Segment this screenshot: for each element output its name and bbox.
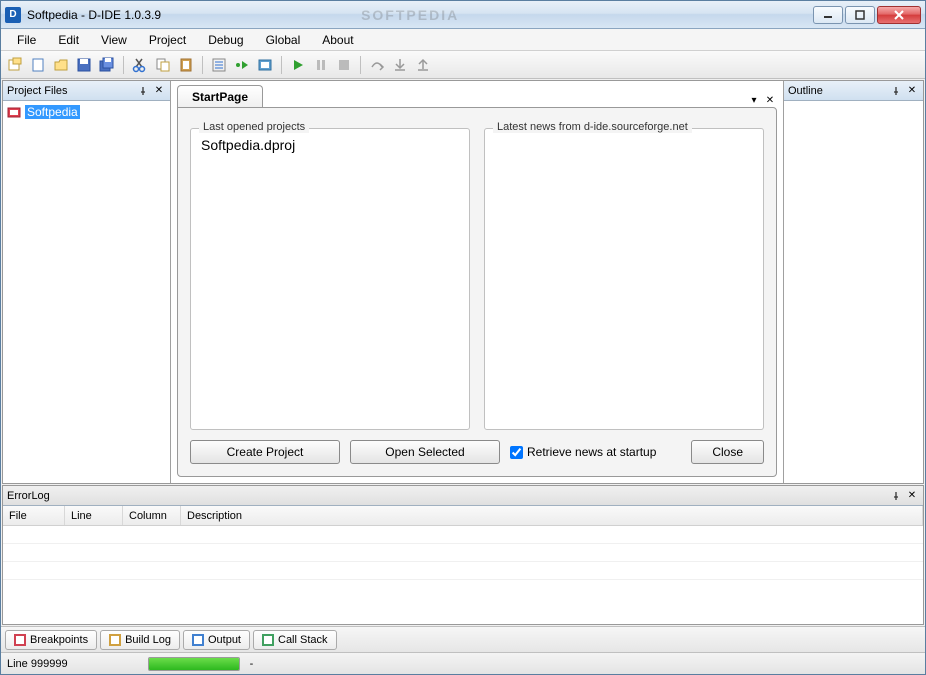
minimize-button[interactable] <box>813 6 843 24</box>
outline-content <box>784 101 923 483</box>
buildlog-icon <box>109 634 121 646</box>
run-to-icon[interactable] <box>232 55 252 75</box>
menubar: File Edit View Project Debug Global Abou… <box>1 29 925 51</box>
tab-startpage[interactable]: StartPage <box>177 85 263 107</box>
tab-menu-icon[interactable]: ▾ <box>747 93 761 107</box>
tab-output[interactable]: Output <box>183 630 250 650</box>
new-project-icon[interactable] <box>5 55 25 75</box>
project-tree[interactable]: Softpedia <box>3 101 170 123</box>
editor-area: StartPage ▾ ✕ Last opened projects Softp… <box>171 81 783 483</box>
tab-label: Call Stack <box>278 634 328 646</box>
menu-project[interactable]: Project <box>139 31 196 49</box>
bottom-tabs: Breakpoints Build Log Output Call Stack <box>1 626 925 652</box>
statusbar: Line 999999 - <box>1 652 925 674</box>
open-icon[interactable] <box>51 55 71 75</box>
startpage-content: Last opened projects Softpedia.dproj Lat… <box>177 107 777 477</box>
status-line: Line 999999 <box>7 658 68 670</box>
tab-label: Breakpoints <box>30 634 88 646</box>
project-node-icon <box>7 105 21 119</box>
list-item[interactable]: Softpedia.dproj <box>197 135 463 155</box>
project-files-panel: Project Files ✕ Softpedia <box>3 81 171 483</box>
tab-buildlog[interactable]: Build Log <box>100 630 180 650</box>
tab-label: Build Log <box>125 634 171 646</box>
cut-icon[interactable] <box>130 55 150 75</box>
col-column[interactable]: Column <box>123 506 181 525</box>
stop-icon[interactable] <box>334 55 354 75</box>
goto-line-icon[interactable] <box>209 55 229 75</box>
app-icon: D <box>5 7 21 23</box>
run-icon[interactable] <box>288 55 308 75</box>
news-list[interactable] <box>491 135 757 423</box>
col-line[interactable]: Line <box>65 506 123 525</box>
save-all-icon[interactable] <box>97 55 117 75</box>
watermark: SOFTPEDIA <box>361 7 459 23</box>
table-row <box>3 526 923 544</box>
window-title: Softpedia - D-IDE 1.0.3.9 <box>27 8 161 22</box>
menu-file[interactable]: File <box>7 31 46 49</box>
step-out-icon[interactable] <box>413 55 433 75</box>
last-opened-group: Last opened projects Softpedia.dproj <box>190 128 470 430</box>
main-content: Project Files ✕ Softpedia StartPage ▾ ✕ <box>2 80 924 484</box>
last-opened-list[interactable]: Softpedia.dproj <box>197 135 463 423</box>
pin-icon[interactable] <box>889 84 903 98</box>
errorlog-title: ErrorLog <box>7 490 887 502</box>
step-over-icon[interactable] <box>367 55 387 75</box>
col-description[interactable]: Description <box>181 506 923 525</box>
news-label: Latest news from d-ide.sourceforge.net <box>493 121 692 133</box>
close-icon[interactable]: ✕ <box>152 84 166 98</box>
retrieve-news-input[interactable] <box>510 446 523 459</box>
status-extra: - <box>250 658 254 670</box>
tab-label: Output <box>208 634 241 646</box>
toolbar <box>1 51 925 79</box>
retrieve-news-label: Retrieve news at startup <box>527 445 656 459</box>
retrieve-news-checkbox[interactable]: Retrieve news at startup <box>510 445 656 459</box>
tab-callstack[interactable]: Call Stack <box>253 630 337 650</box>
document-tabs: StartPage ▾ ✕ <box>171 81 783 107</box>
project-files-title: Project Files <box>7 85 134 97</box>
copy-icon[interactable] <box>153 55 173 75</box>
menu-debug[interactable]: Debug <box>198 31 253 49</box>
last-opened-label: Last opened projects <box>199 121 309 133</box>
callstack-icon <box>262 634 274 646</box>
errorlog-columns: File Line Column Description <box>3 506 923 526</box>
app-window: D Softpedia - D-IDE 1.0.3.9 SOFTPEDIA Fi… <box>0 0 926 675</box>
tree-item-label: Softpedia <box>25 105 80 119</box>
save-icon[interactable] <box>74 55 94 75</box>
errorlog-body[interactable] <box>3 526 923 624</box>
col-file[interactable]: File <box>3 506 65 525</box>
outline-panel: Outline ✕ <box>783 81 923 483</box>
step-into-icon[interactable] <box>390 55 410 75</box>
tree-item-project[interactable]: Softpedia <box>7 105 166 119</box>
news-group: Latest news from d-ide.sourceforge.net <box>484 128 764 430</box>
close-icon[interactable]: ✕ <box>905 489 919 503</box>
close-icon[interactable]: ✕ <box>905 84 919 98</box>
tab-close-icon[interactable]: ✕ <box>763 93 777 107</box>
maximize-button[interactable] <box>845 6 875 24</box>
settings-icon[interactable] <box>255 55 275 75</box>
menu-about[interactable]: About <box>312 31 363 49</box>
close-button[interactable]: Close <box>691 440 764 464</box>
breakpoints-icon <box>14 634 26 646</box>
errorlog-panel: ErrorLog ✕ File Line Column Description <box>2 485 924 625</box>
outline-title: Outline <box>788 85 887 97</box>
table-row <box>3 562 923 580</box>
tab-breakpoints[interactable]: Breakpoints <box>5 630 97 650</box>
pin-icon[interactable] <box>889 489 903 503</box>
open-selected-button[interactable]: Open Selected <box>350 440 500 464</box>
pin-icon[interactable] <box>136 84 150 98</box>
create-project-button[interactable]: Create Project <box>190 440 340 464</box>
paste-icon[interactable] <box>176 55 196 75</box>
table-row <box>3 544 923 562</box>
menu-edit[interactable]: Edit <box>48 31 89 49</box>
progress-bar <box>148 657 240 671</box>
titlebar: D Softpedia - D-IDE 1.0.3.9 SOFTPEDIA <box>1 1 925 29</box>
pause-icon[interactable] <box>311 55 331 75</box>
menu-view[interactable]: View <box>91 31 137 49</box>
new-file-icon[interactable] <box>28 55 48 75</box>
close-window-button[interactable] <box>877 6 921 24</box>
output-icon <box>192 634 204 646</box>
menu-global[interactable]: Global <box>256 31 311 49</box>
